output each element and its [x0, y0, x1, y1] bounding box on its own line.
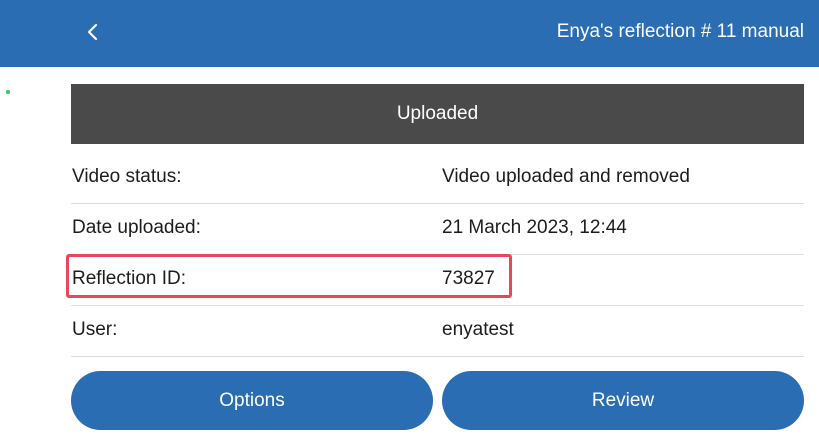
header-bar: Enya's reflection # 11 manual	[0, 0, 819, 67]
options-button[interactable]: Options	[71, 371, 433, 430]
reflection-id-label: Reflection ID:	[72, 268, 187, 289]
detail-row-user: User: enyatest	[71, 306, 804, 357]
back-button[interactable]	[80, 18, 108, 48]
user-label: User:	[72, 319, 118, 340]
video-status-label: Video status:	[72, 166, 182, 187]
details-list: Video status: Video uploaded and removed…	[71, 153, 804, 357]
upload-status-banner: Uploaded	[71, 84, 804, 144]
reflection-id-value: 73827	[442, 268, 495, 289]
detail-row-video-status: Video status: Video uploaded and removed	[71, 153, 804, 204]
date-uploaded-value: 21 March 2023, 12:44	[442, 217, 627, 238]
video-status-value: Video uploaded and removed	[442, 166, 690, 187]
review-button[interactable]: Review	[442, 371, 804, 430]
status-indicator-dot	[6, 90, 10, 94]
page-title: Enya's reflection # 11 manual	[556, 21, 804, 42]
detail-row-date-uploaded: Date uploaded: 21 March 2023, 12:44	[71, 204, 804, 255]
user-value: enyatest	[442, 319, 514, 340]
detail-row-reflection-id: Reflection ID: 73827	[71, 255, 804, 306]
chevron-left-icon	[87, 23, 98, 41]
date-uploaded-label: Date uploaded:	[72, 217, 201, 238]
